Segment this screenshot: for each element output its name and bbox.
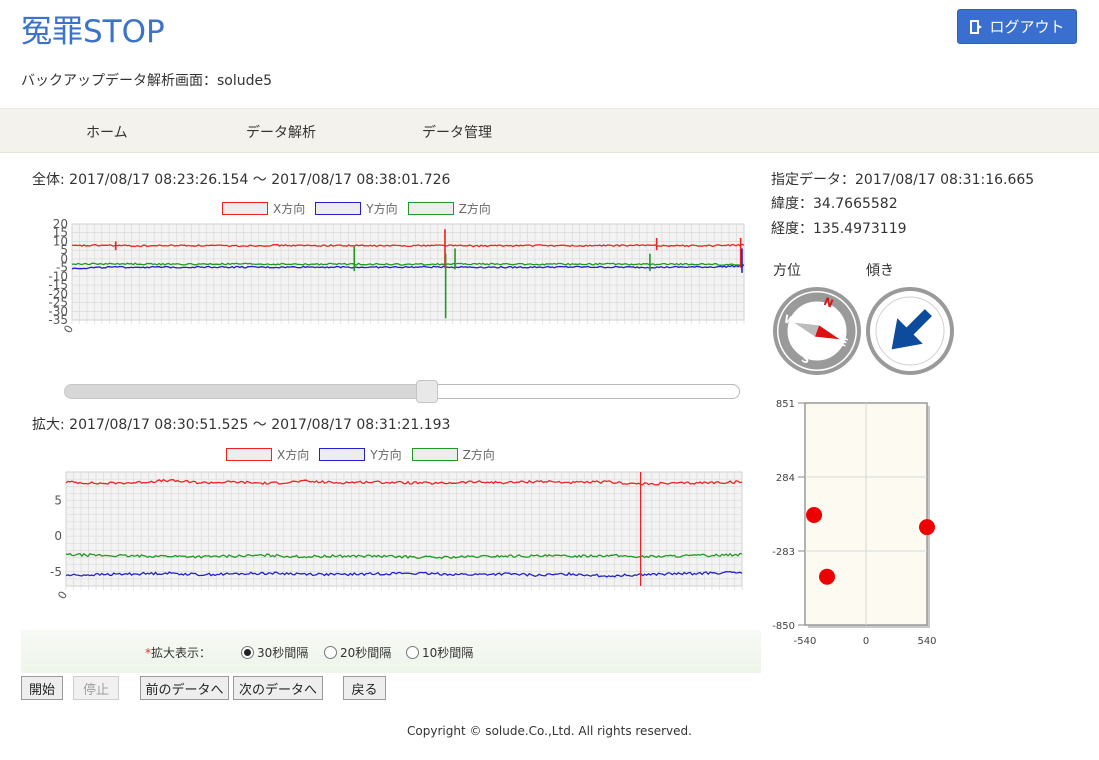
legend-item-y: Y方向 <box>315 200 398 217</box>
copyright: Copyright © solude.Co.,Ltd. All rights r… <box>407 724 692 738</box>
radio-20s[interactable]: 20秒間隔 <box>324 644 391 661</box>
y-tick-label: 284 <box>776 473 795 484</box>
radio-dot[interactable] <box>324 646 337 659</box>
tilt-label: 傾き <box>866 263 894 279</box>
overall-chart[interactable]: 20151050-5-10-15-20-25-30-350 <box>30 218 750 346</box>
longitude: 経度：135.4973119 <box>771 221 907 237</box>
zoom-control-bar: *拡大表示： 30秒間隔 20秒間隔 10秒間隔 <box>21 630 761 673</box>
app-title: 冤罪STOP <box>21 14 165 50</box>
legend-item-y: Y方向 <box>319 446 402 463</box>
logout-icon <box>970 19 983 34</box>
chart-grid <box>71 223 745 324</box>
position-scatter-chart[interactable]: 851 284 -283 -850 -540 0 540 <box>771 392 946 654</box>
nav-item-analysis[interactable]: データ解析 <box>246 122 316 142</box>
radio-dot[interactable] <box>241 646 254 659</box>
radio-dot[interactable] <box>406 646 419 659</box>
compass-icon: N E S W <box>773 287 861 375</box>
y-tick-label: 5 <box>54 494 62 508</box>
slider-track <box>436 384 740 399</box>
direction-label: 方位 <box>773 263 801 279</box>
prev-data-button[interactable]: 前のデータへ <box>140 676 229 700</box>
y-tick-label: -5 <box>50 565 62 579</box>
start-button[interactable]: 開始 <box>21 676 63 700</box>
zoom-legend: X方向 Y方向 Z方向 <box>226 446 495 463</box>
nav-item-home[interactable]: ホーム <box>86 122 128 142</box>
logout-label: ログアウト <box>989 18 1065 36</box>
scatter-point <box>806 506 823 523</box>
y-tick-label: 0 <box>54 529 62 543</box>
next-data-button[interactable]: 次のデータへ <box>233 676 323 700</box>
scatter-point <box>819 568 836 585</box>
back-button[interactable]: 戻る <box>343 676 386 700</box>
selected-data-time: 指定データ：2017/08/17 08:31:16.665 <box>771 172 1035 188</box>
tilt-icon <box>866 287 954 375</box>
x-tick-label: 0 <box>61 323 76 336</box>
x-tick-label: 0 <box>55 589 70 602</box>
slider-track-filled <box>64 384 436 399</box>
zoom-control-label: *拡大表示： <box>145 646 212 660</box>
x-tick-label: 0 <box>863 636 869 647</box>
y-tick-label: -850 <box>772 621 795 632</box>
latitude: 緯度：34.7665582 <box>771 196 898 212</box>
scatter-frame <box>804 402 930 628</box>
y-tick-label: 851 <box>776 399 795 410</box>
time-slider[interactable] <box>64 380 740 403</box>
y-tick-label: -283 <box>772 547 795 558</box>
x-tick-label: 540 <box>917 636 936 647</box>
legend-item-z: Z方向 <box>407 200 491 217</box>
overall-range-label: 全体: 2017/08/17 08:23:26.154 ～ 2017/08/17… <box>32 172 451 188</box>
overall-legend: X方向 Y方向 Z方向 <box>222 200 491 217</box>
radio-30s[interactable]: 30秒間隔 <box>241 644 308 661</box>
radio-10s[interactable]: 10秒間隔 <box>406 644 473 661</box>
legend-item-z: Z方向 <box>411 446 495 463</box>
legend-item-x: X方向 <box>226 446 309 463</box>
nav-item-management[interactable]: データ管理 <box>422 122 492 142</box>
zoom-chart[interactable]: 5 0 -5 0 <box>30 462 750 607</box>
logout-button[interactable]: ログアウト <box>957 9 1077 44</box>
nav-bar: ホーム データ解析 データ管理 <box>0 108 1099 153</box>
page-subtitle: バックアップデータ解析画面：solude5 <box>21 73 273 89</box>
x-tick-label: -540 <box>794 636 817 647</box>
zoom-range-label: 拡大: 2017/08/17 08:30:51.525 ～ 2017/08/17… <box>32 417 451 433</box>
legend-item-x: X方向 <box>222 200 305 217</box>
stop-button[interactable]: 停止 <box>73 676 119 700</box>
slider-handle[interactable] <box>416 380 438 403</box>
scatter-point <box>919 519 935 536</box>
